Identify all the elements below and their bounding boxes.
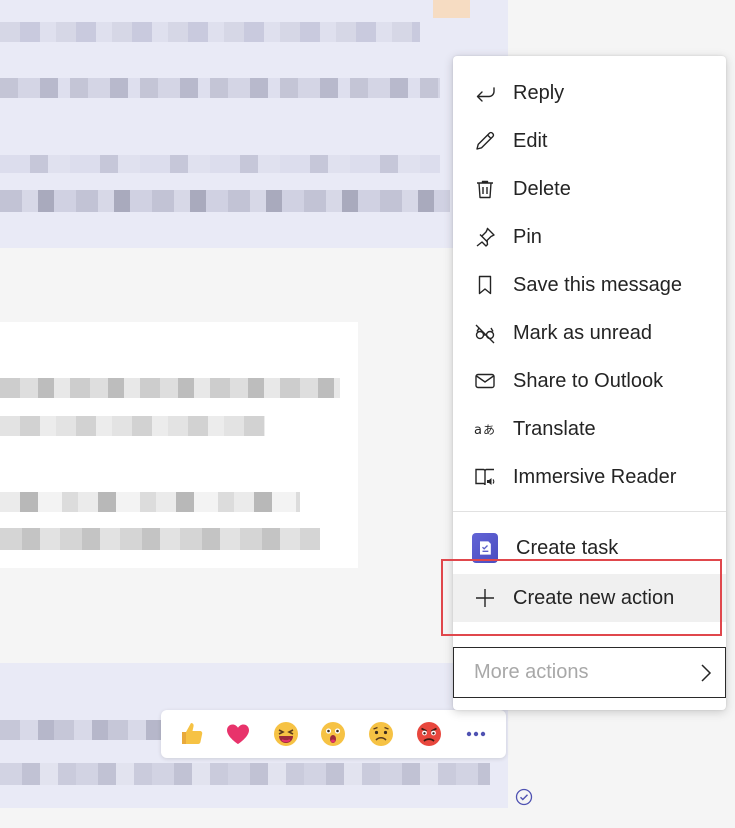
menu-item-label: Create task (516, 536, 619, 559)
heart-icon[interactable] (220, 716, 256, 752)
chat-message-top (0, 0, 508, 248)
bookmark-icon (472, 272, 498, 298)
blurred-text-line (0, 22, 420, 42)
reaction-bar (161, 710, 506, 758)
menu-item-create-new-action[interactable]: Create new action (453, 574, 726, 622)
reply-icon (472, 80, 498, 106)
menu-item-save-message[interactable]: Save this message (453, 261, 726, 309)
pin-icon (472, 224, 498, 250)
svg-text:a: a (474, 423, 482, 438)
menu-item-translate[interactable]: aあ Translate (453, 405, 726, 453)
blurred-text-line (0, 78, 440, 98)
blurred-text-line (0, 190, 450, 212)
blurred-text-line (0, 720, 165, 740)
menu-item-label: Pin (513, 225, 542, 248)
translate-icon: aあ (472, 416, 498, 442)
menu-item-label: Translate (513, 417, 596, 440)
menu-item-label: Save this message (513, 273, 682, 296)
menu-item-pin[interactable]: Pin (453, 213, 726, 261)
svg-text:あ: あ (483, 423, 495, 437)
trash-icon (472, 176, 498, 202)
menu-item-edit[interactable]: Edit (453, 117, 726, 165)
sender-avatar (433, 0, 470, 18)
plus-icon (472, 585, 498, 611)
pencil-icon (472, 128, 498, 154)
more-options-icon[interactable] (458, 716, 494, 752)
laughing-face-icon[interactable] (268, 716, 304, 752)
blurred-text-line (0, 528, 320, 550)
mail-icon (472, 368, 498, 394)
menu-item-mark-unread[interactable]: Mark as unread (453, 309, 726, 357)
more-actions-button[interactable]: More actions (453, 647, 726, 698)
menu-item-create-task[interactable]: Create task (453, 524, 726, 572)
menu-item-immersive-reader[interactable]: Immersive Reader (453, 453, 726, 501)
chat-message-middle (0, 322, 358, 684)
menu-item-label: Create new action (513, 586, 675, 609)
blurred-text-line (0, 378, 340, 398)
chevron-right-icon (701, 663, 712, 682)
blurred-text-line (0, 155, 440, 173)
menu-item-label: Immersive Reader (513, 465, 677, 488)
glasses-off-icon (472, 320, 498, 346)
menu-divider (453, 511, 726, 512)
tasks-app-icon (472, 533, 498, 563)
menu-item-label: Share to Outlook (513, 369, 664, 392)
menu-item-label: Delete (513, 177, 571, 200)
blurred-text-line (0, 492, 300, 512)
menu-item-reply[interactable]: Reply (453, 69, 726, 117)
message-sent-check-icon (515, 788, 533, 806)
sad-face-icon[interactable] (363, 716, 399, 752)
angry-face-icon[interactable] (411, 716, 447, 752)
thumbs-up-icon[interactable] (173, 716, 209, 752)
menu-item-label: Reply (513, 81, 565, 104)
message-context-menu: Reply Edit Delete Pin Save this message … (453, 56, 726, 710)
surprised-face-icon[interactable] (315, 716, 351, 752)
blurred-text-line (0, 763, 490, 785)
more-actions-label: More actions (474, 661, 589, 683)
immersive-reader-icon (472, 464, 498, 490)
menu-item-delete[interactable]: Delete (453, 165, 726, 213)
menu-item-label: Mark as unread (513, 321, 652, 344)
blurred-text-line (0, 416, 265, 436)
menu-item-share-outlook[interactable]: Share to Outlook (453, 357, 726, 405)
menu-item-label: Edit (513, 129, 548, 152)
